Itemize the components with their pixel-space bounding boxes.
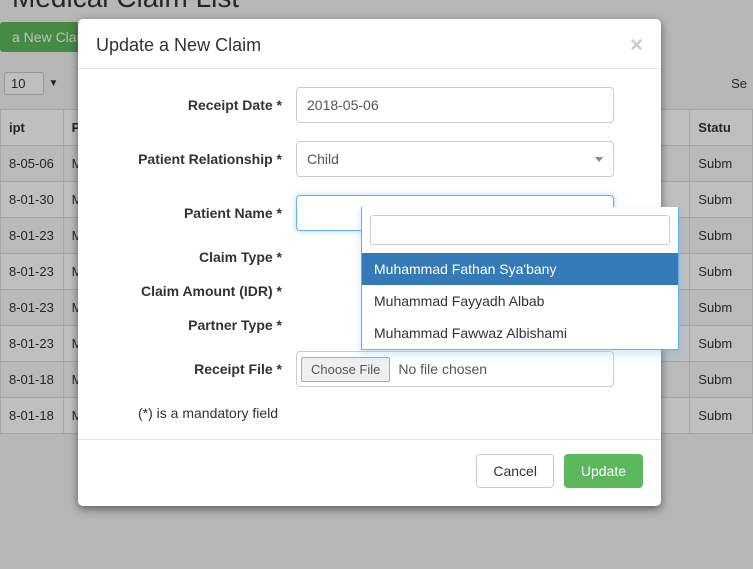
dropdown-option[interactable]: Muhammad Fathan Sya'bany [362, 253, 678, 285]
mandatory-note: (*) is a mandatory field [138, 405, 641, 421]
receipt-date-input[interactable] [296, 87, 614, 123]
choose-file-button[interactable]: Choose File [301, 357, 390, 382]
receipt-date-label: Receipt Date * [98, 97, 296, 113]
dropdown-search-wrap [362, 207, 678, 253]
patient-name-label: Patient Name * [98, 205, 296, 221]
dropdown-option[interactable]: Muhammad Fawwaz Albishami [362, 317, 678, 349]
modal-title: Update a New Claim [96, 35, 261, 56]
modal-header: Update a New Claim × [78, 19, 661, 69]
close-icon[interactable]: × [630, 34, 643, 56]
claim-amount-label: Claim Amount (IDR) * [98, 283, 296, 299]
partner-type-label: Partner Type * [98, 317, 296, 333]
update-claim-modal: Update a New Claim × Receipt Date * Pati… [78, 19, 661, 506]
cancel-button[interactable]: Cancel [476, 454, 554, 488]
patient-relationship-select[interactable]: Child [296, 141, 614, 177]
modal-footer: Cancel Update [78, 439, 661, 506]
dropdown-search-input[interactable] [370, 215, 670, 245]
file-chosen-text: No file chosen [398, 361, 487, 377]
patient-relationship-value: Child [307, 151, 339, 167]
patient-relationship-label: Patient Relationship * [98, 151, 296, 167]
chevron-down-icon [595, 157, 603, 162]
receipt-file-label: Receipt File * [98, 361, 296, 377]
update-button[interactable]: Update [564, 454, 643, 488]
dropdown-option[interactable]: Muhammad Fayyadh Albab [362, 285, 678, 317]
receipt-file-input[interactable]: Choose File No file chosen [296, 351, 614, 387]
claim-type-label: Claim Type * [98, 249, 296, 265]
patient-name-dropdown: Muhammad Fathan Sya'banyMuhammad Fayyadh… [361, 207, 679, 350]
